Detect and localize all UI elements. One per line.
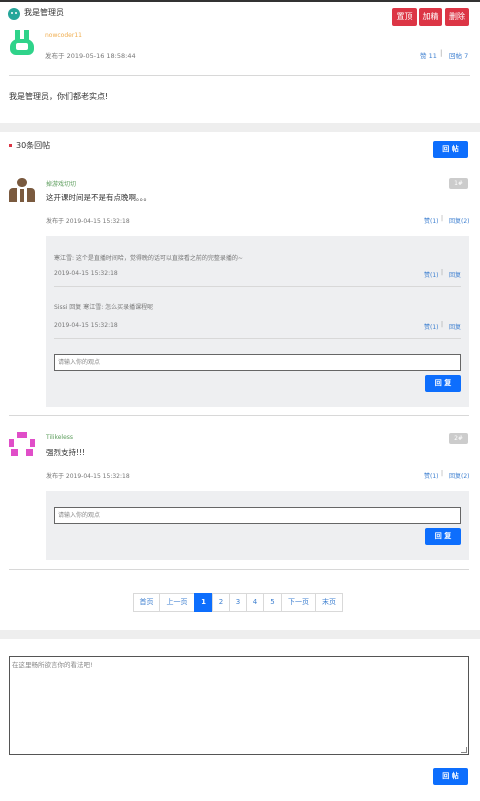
post-time: 发布于 2019-05-16 18:58:44 xyxy=(45,52,136,60)
page-prev[interactable]: 上一页 xyxy=(159,593,195,612)
page-3[interactable]: 3 xyxy=(229,593,247,612)
comment-author[interactable]: 掉游戏切切 xyxy=(46,179,76,188)
section-divider xyxy=(0,630,480,639)
comment-text: 强烈支持!!! xyxy=(46,448,86,457)
sub-reply-text: Sissi 回复 寒江雪: 怎么买录播课程呢 xyxy=(54,304,154,311)
page-2[interactable]: 2 xyxy=(212,593,230,612)
comment-author[interactable]: Tilikeless xyxy=(46,434,73,441)
divider: | xyxy=(441,470,444,477)
reply-submit-button[interactable]: 回 复 xyxy=(425,528,461,545)
page-5[interactable]: 5 xyxy=(263,593,282,612)
floor-badge: 2# xyxy=(449,433,468,444)
page-first[interactable]: 首页 xyxy=(133,593,160,612)
reply-post-button-label: 回 帖 xyxy=(442,145,459,153)
top-button[interactable]: 置顶 xyxy=(392,8,417,26)
post-author[interactable]: nowcoder11 xyxy=(45,32,82,39)
sub-reply-like-link[interactable]: 赞(1) xyxy=(424,322,439,331)
divider: | xyxy=(441,215,444,222)
reply-submit-button[interactable]: 回 复 xyxy=(425,375,461,392)
avatar[interactable] xyxy=(9,178,35,204)
page-1[interactable]: 1 xyxy=(194,593,213,612)
bullet-icon xyxy=(9,144,12,147)
reply-submit-button-label: 回 复 xyxy=(434,532,452,540)
reply-submit-button-label: 回 复 xyxy=(434,379,452,387)
sub-reply-text: 寒江雪: 这个是直播时间哈，觉得晚的话可以直接看之前的完整录播的~ xyxy=(54,255,243,262)
sub-reply-time: 2019-04-15 15:32:18 xyxy=(54,322,118,329)
divider xyxy=(9,75,470,76)
post-reply-count-link[interactable]: 回帖 7 xyxy=(449,50,468,60)
section-divider xyxy=(0,123,480,132)
comment-time: 发布于 2019-04-15 15:32:18 xyxy=(46,473,130,480)
sub-reply-like-link[interactable]: 赞(1) xyxy=(424,270,439,279)
resize-handle-icon[interactable] xyxy=(461,747,467,753)
divider xyxy=(9,569,469,570)
page-4[interactable]: 4 xyxy=(246,593,264,612)
sub-reply-time: 2019-04-15 15:32:18 xyxy=(54,270,118,277)
comment-like-link[interactable]: 赞(1) xyxy=(424,216,439,225)
delete-button[interactable]: 删除 xyxy=(445,8,469,26)
comment-like-link[interactable]: 赞(1) xyxy=(424,471,439,480)
sub-reply-reply-link[interactable]: 回复 xyxy=(449,270,461,279)
post-content: 我是管理员，你们都老实点! xyxy=(9,92,109,101)
page: 我是管理员 置顶 加精 删除 nowcoder11 发布于 2019-05-16… xyxy=(0,0,480,801)
divider: | xyxy=(440,49,443,57)
reply-post-button[interactable]: 回 帖 xyxy=(433,141,468,158)
divider xyxy=(9,415,469,416)
page-last[interactable]: 末页 xyxy=(315,593,343,612)
floor-badge: 1# xyxy=(449,178,468,189)
reply-count: 30条回帖 xyxy=(16,141,51,150)
divider xyxy=(54,338,461,339)
submit-reply-button-label: 回 帖 xyxy=(442,772,459,780)
sub-reply-reply-link[interactable]: 回复 xyxy=(449,322,461,331)
comment-reply-link[interactable]: 回复(2) xyxy=(449,216,470,225)
robot-icon xyxy=(8,8,20,20)
divider xyxy=(54,286,461,287)
comment-reply-link[interactable]: 回复(2) xyxy=(449,471,470,480)
divider: | xyxy=(441,321,444,328)
comment-text: 这开课时间是不是有点晚啊。。。 xyxy=(46,193,151,202)
submit-reply-button[interactable]: 回 帖 xyxy=(433,768,468,785)
avatar[interactable] xyxy=(9,432,35,458)
textarea-placeholder: 在这里畅所欲言你的看法吧! xyxy=(12,661,93,669)
post-reply-textarea[interactable]: 在这里畅所欲言你的看法吧! xyxy=(9,656,469,755)
divider: | xyxy=(441,269,444,276)
post-title: 我是管理员 xyxy=(24,8,64,17)
reply-input[interactable]: 请输入你的观点 xyxy=(54,354,461,371)
page-next[interactable]: 下一页 xyxy=(281,593,316,612)
sub-reply-box xyxy=(46,491,469,560)
reply-input[interactable]: 请输入你的观点 xyxy=(54,507,461,524)
highlight-button[interactable]: 加精 xyxy=(419,8,442,26)
avatar[interactable] xyxy=(9,30,35,56)
comment-time: 发布于 2019-04-15 15:32:18 xyxy=(46,218,130,225)
post-like-link[interactable]: 赞 11 xyxy=(420,50,437,60)
